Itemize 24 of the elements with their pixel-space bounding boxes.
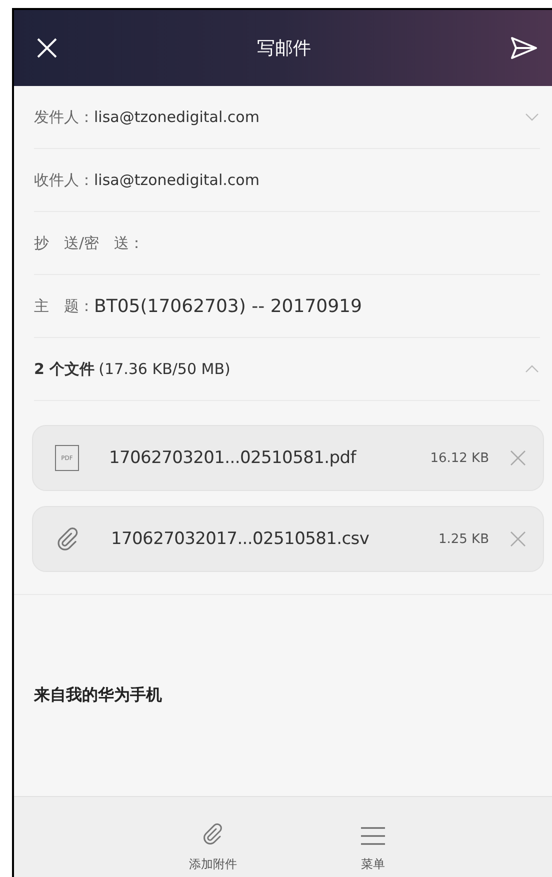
add-attachment-button[interactable]: 添加附件 xyxy=(163,797,263,877)
chevron-up-icon[interactable] xyxy=(524,364,540,374)
signature-text: 来自我的华为手机 xyxy=(34,685,162,704)
file-count: 2 个文件 xyxy=(34,360,95,378)
attachment-card[interactable]: 170627032017...02510581.csv 1.25 KB xyxy=(32,506,544,572)
remove-icon[interactable] xyxy=(509,449,527,467)
menu-button[interactable]: 菜单 xyxy=(323,797,423,877)
menu-icon xyxy=(360,826,386,846)
field-value[interactable]: lisa@tzonedigital.com xyxy=(94,108,260,126)
screen-title: 写邮件 xyxy=(257,37,311,60)
field-label: 抄 送/密 送： xyxy=(34,234,144,252)
field-value[interactable]: lisa@tzonedigital.com xyxy=(94,171,260,189)
field-value[interactable]: BT05(17062703) -- 20170919 xyxy=(94,296,362,316)
chevron-down-icon[interactable] xyxy=(524,112,540,122)
field-label: 发件人： xyxy=(34,108,94,126)
attachment-name: 170627032017...02510581.csv xyxy=(111,529,370,549)
attachment-size: 16.12 KB xyxy=(430,450,489,466)
remove-icon[interactable] xyxy=(509,530,527,548)
paperclip-icon xyxy=(201,822,225,846)
attachment-name: 17062703201...02510581.pdf xyxy=(109,448,358,468)
total-size: (17.36 KB/50 MB) xyxy=(98,360,230,378)
field-label: 主 题： xyxy=(34,296,94,316)
field-label: 收件人： xyxy=(34,170,94,190)
attachment-size: 1.25 KB xyxy=(438,532,489,546)
